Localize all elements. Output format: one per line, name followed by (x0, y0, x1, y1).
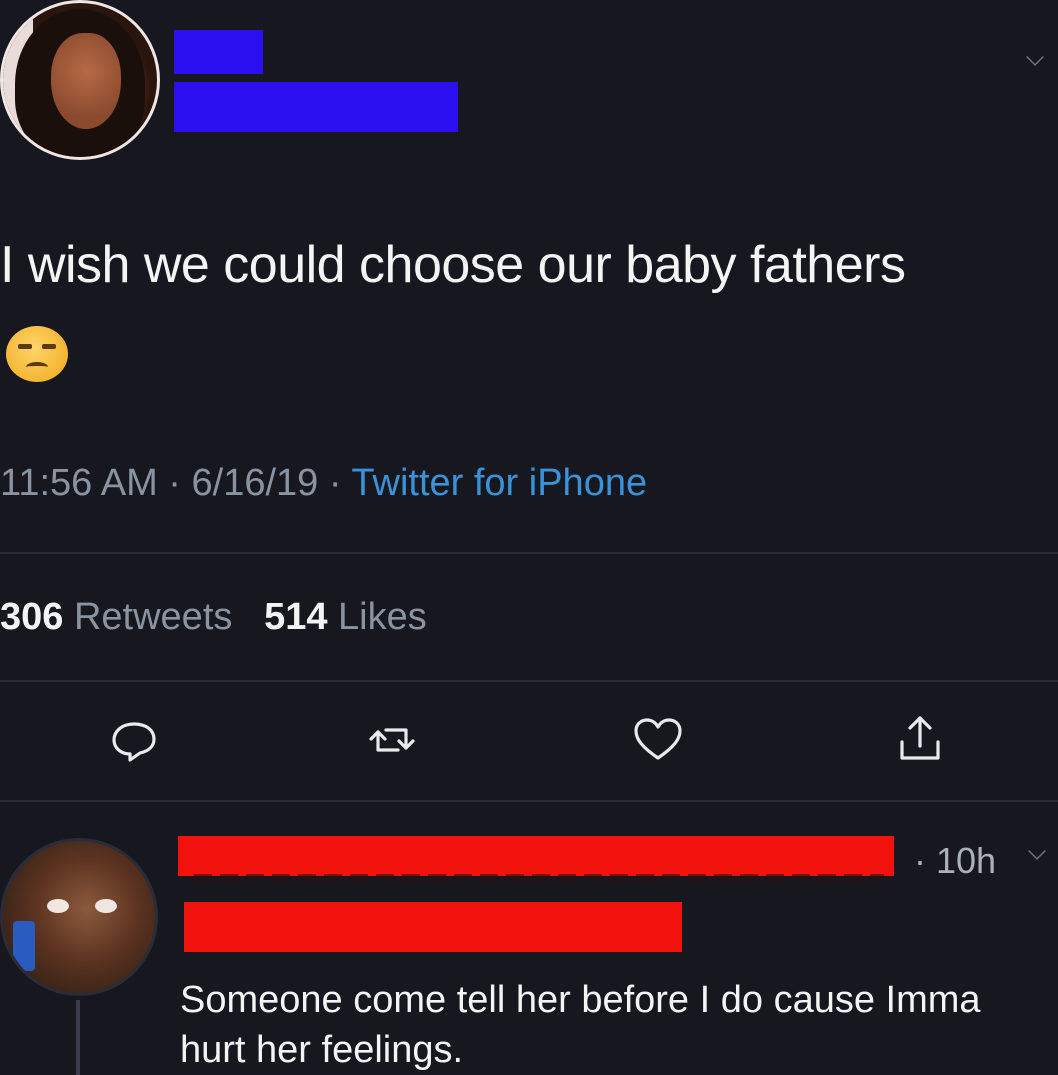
divider (0, 800, 1058, 802)
redacted-username (174, 82, 458, 132)
emoji-eye-left (18, 344, 32, 349)
tweet-time: 11:56 AM (0, 462, 158, 504)
tweet-meta: 11:56 AM · 6/16/19 · Twitter for iPhone (0, 458, 647, 508)
tweet-date: 6/16/19 (191, 462, 319, 504)
avatar-eye-left (47, 899, 69, 913)
tweet-text: I wish we could choose our baby fathers (0, 236, 906, 294)
divider (0, 552, 1058, 554)
retweets-label: Retweets (73, 596, 233, 638)
reply-timestamp: · 10h (914, 840, 997, 881)
reply-text: Someone come tell her before I do cause … (180, 979, 981, 1071)
avatar-eye-right (95, 899, 117, 913)
redacted-reply-author-name (178, 836, 894, 882)
likes-label: Likes (338, 596, 427, 638)
tweet-detail-screen: I wish we could choose our baby fathers … (0, 0, 1058, 1075)
chevron-down-icon[interactable] (1026, 48, 1044, 66)
avatar-phone (13, 921, 35, 971)
tweet-source-link[interactable]: Twitter for iPhone (351, 462, 647, 504)
retweets-stat[interactable]: 306 Retweets (0, 596, 243, 638)
redacted-reply-to-handle (184, 902, 682, 952)
emoji-eye-right (42, 344, 56, 349)
redaction-residue (194, 874, 884, 882)
reply-author-avatar[interactable] (0, 838, 158, 996)
emoji-mouth (26, 362, 48, 372)
divider (0, 680, 1058, 682)
share-icon (900, 716, 940, 760)
retweet-button[interactable] (362, 710, 422, 770)
thread-line (76, 1000, 80, 1075)
author-avatar[interactable] (0, 0, 160, 160)
share-button[interactable] (890, 710, 950, 770)
chevron-down-icon[interactable] (1028, 842, 1046, 860)
tweet-stats: 306 Retweets 514 Likes (0, 592, 427, 642)
avatar-face (51, 33, 121, 129)
meta-separator: · (328, 462, 342, 504)
retweet-icon (369, 728, 415, 752)
retweets-count: 306 (0, 596, 64, 638)
unamused-face-emoji-icon (6, 326, 68, 382)
reply-icon (112, 722, 156, 762)
likes-count: 514 (264, 596, 328, 638)
meta-separator: · (168, 462, 181, 504)
like-heart-icon (634, 718, 682, 760)
likes-stat[interactable]: 514 Likes (264, 596, 427, 638)
reply-button[interactable] (104, 710, 164, 770)
redacted-display-name (174, 30, 263, 74)
like-button[interactable] (628, 710, 688, 770)
